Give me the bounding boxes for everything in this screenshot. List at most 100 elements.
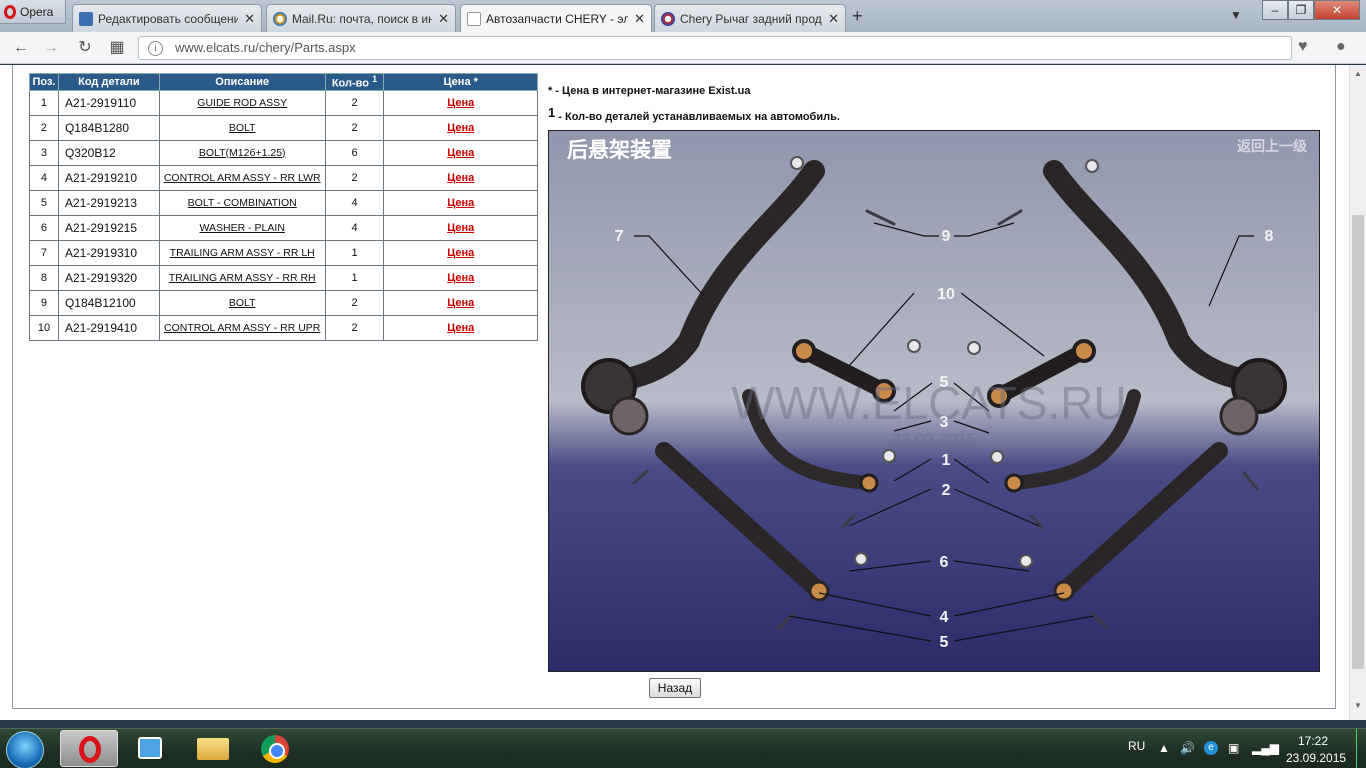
- table-row: 1 A21-2919110 GUIDE ROD ASSY 2 Цена: [29, 89, 538, 116]
- price-link[interactable]: Цена: [447, 172, 474, 184]
- taskbar-opera[interactable]: [60, 730, 118, 767]
- description-link[interactable]: BOLT: [229, 122, 256, 134]
- price-link[interactable]: Цена: [447, 222, 474, 234]
- cell-code: Q184B1280: [57, 114, 160, 141]
- cell-price: Цена: [383, 239, 538, 266]
- taskbar-chrome[interactable]: [246, 730, 304, 767]
- cell-code: Q320B12: [57, 139, 160, 166]
- tab-close-icon[interactable]: ✕: [634, 11, 645, 27]
- tab-mailru[interactable]: Mail.Ru: почта, поиск в ин ✕: [266, 4, 456, 32]
- tab-label: Автозапчасти CHERY - эл: [486, 11, 629, 26]
- speed-dial-grid-icon[interactable]: ▦: [106, 38, 128, 58]
- reload-icon[interactable]: ↻: [74, 38, 96, 58]
- opera-menu-button[interactable]: Opera: [0, 0, 66, 24]
- page-scrollbar[interactable]: ▲ ▼: [1349, 65, 1366, 720]
- language-indicator[interactable]: RU: [1128, 739, 1145, 753]
- tab-elcats-active[interactable]: Автозапчасти CHERY - эл ✕: [460, 4, 652, 32]
- description-link[interactable]: WASHER - PLAIN: [200, 222, 285, 234]
- description-link[interactable]: TRAILING ARM ASSY - RR RH: [169, 272, 316, 284]
- callout-5-lower: 5: [940, 634, 949, 651]
- price-link[interactable]: Цена: [447, 122, 474, 134]
- description-link[interactable]: BOLT - COMBINATION: [188, 197, 297, 209]
- window-maximize-button[interactable]: ❐: [1288, 0, 1314, 20]
- price-link[interactable]: Цена: [447, 322, 474, 334]
- tray-e-icon[interactable]: e: [1204, 741, 1218, 755]
- tray-expand-icon[interactable]: ▲: [1158, 741, 1170, 755]
- scroll-up-arrow-icon[interactable]: ▲: [1354, 69, 1362, 78]
- tab-edit-message[interactable]: Редактировать сообщение ✕: [72, 4, 262, 32]
- forward-arrow-icon[interactable]: →: [40, 38, 62, 58]
- show-desktop-button[interactable]: [1356, 729, 1366, 768]
- price-link[interactable]: Цена: [447, 297, 474, 309]
- description-link[interactable]: CONTROL ARM ASSY - RR UPR: [164, 322, 320, 334]
- cell-description: BOLT - COMBINATION: [158, 189, 326, 216]
- cell-description: BOLT: [158, 289, 326, 316]
- cell-qty: 1: [324, 239, 385, 266]
- diagram-back-link[interactable]: 返回上一级: [1237, 138, 1308, 155]
- new-tab-button[interactable]: +: [852, 6, 863, 27]
- description-link[interactable]: BOLT: [229, 297, 256, 309]
- cell-description: TRAILING ARM ASSY - RR RH: [158, 264, 326, 291]
- tab-label: Mail.Ru: почта, поиск в ин: [292, 11, 433, 26]
- description-link[interactable]: CONTROL ARM ASSY - RR LWR: [164, 172, 321, 184]
- callout-4: 4: [940, 609, 949, 626]
- callout-8: 8: [1265, 228, 1274, 245]
- callout-3: 3: [940, 414, 949, 431]
- taskbar-explorer[interactable]: [184, 730, 242, 767]
- price-link[interactable]: Цена: [447, 247, 474, 259]
- network-signal-icon[interactable]: ▂▄▆: [1252, 741, 1279, 755]
- cell-price: Цена: [383, 214, 538, 241]
- price-link[interactable]: Цена: [447, 97, 474, 109]
- price-link[interactable]: Цена: [447, 147, 474, 159]
- callout-7: 7: [615, 228, 624, 245]
- volume-icon[interactable]: 🔊: [1180, 741, 1195, 755]
- back-button[interactable]: Назад: [649, 678, 701, 698]
- back-arrow-icon[interactable]: ←: [10, 38, 32, 58]
- url-path: /chery/Parts.aspx: [255, 40, 356, 55]
- window-close-button[interactable]: ✕: [1314, 0, 1360, 20]
- heart-bookmark-icon[interactable]: ♥: [1298, 38, 1320, 58]
- note-star-text: - Цена в интернет-магазине Exist.ua: [552, 85, 751, 97]
- clock-date[interactable]: 23.09.2015: [1286, 751, 1346, 765]
- table-row: 8 A21-2919320 TRAILING ARM ASSY - RR RH 1 Це…: [29, 264, 538, 291]
- clock-time[interactable]: 17:22: [1298, 734, 1328, 748]
- cell-price: Цена: [383, 114, 538, 141]
- qty-header-label: Кол-во: [331, 77, 369, 90]
- site-info-icon[interactable]: i: [148, 41, 163, 56]
- tray-device-icon[interactable]: ▣: [1228, 741, 1239, 755]
- cell-description: BOLT(M12б+1.25): [158, 139, 326, 166]
- taskbar-media-player[interactable]: [122, 730, 180, 767]
- cell-qty: 2: [324, 114, 385, 141]
- tab-close-icon[interactable]: ✕: [828, 11, 839, 27]
- account-icon[interactable]: ●: [1336, 38, 1358, 58]
- scroll-down-arrow-icon[interactable]: ▼: [1354, 701, 1362, 710]
- cell-pos: 10: [29, 314, 59, 341]
- diagram-title: 后悬架装置: [567, 138, 672, 162]
- description-link[interactable]: TRAILING ARM ASSY - RR LH: [170, 247, 315, 259]
- price-link[interactable]: Цена: [447, 197, 474, 209]
- cell-pos: 2: [29, 114, 59, 141]
- description-link[interactable]: BOLT(M12б+1.25): [199, 147, 286, 159]
- suspension-diagram: 后悬架装置 返回上一级 WWW.ELCATS.RU 23.09.2015 7 9…: [548, 130, 1320, 672]
- windows-taskbar: RU ▲ 🔊 e ▣ ▂▄▆ 17:22 23.09.2015: [0, 728, 1366, 768]
- col-header-pos: Поз.: [29, 73, 59, 91]
- tab-close-icon[interactable]: ✕: [438, 11, 449, 27]
- description-link[interactable]: GUIDE ROD ASSY: [197, 97, 287, 109]
- price-link[interactable]: Цена: [447, 272, 474, 284]
- opera-icon: [79, 736, 101, 763]
- cell-price: Цена: [383, 189, 538, 216]
- tab-menu-icon[interactable]: ▼: [1230, 8, 1242, 22]
- cell-description: WASHER - PLAIN: [158, 214, 326, 241]
- col-header-code: Код детали: [57, 73, 160, 91]
- table-row: 9 Q184B12100 BOLT 2 Цена: [29, 289, 538, 316]
- diagram-date: 23.09.2015: [891, 430, 976, 449]
- cell-description: GUIDE ROD ASSY: [158, 89, 326, 116]
- address-field[interactable]: www.elcats.ru/chery/Parts.aspx: [138, 36, 1292, 60]
- scrollbar-thumb[interactable]: [1352, 215, 1364, 669]
- tab-chery-arm[interactable]: Chery Рычаг задний прод ✕: [654, 4, 846, 32]
- cell-pos: 6: [29, 214, 59, 241]
- window-minimize-button[interactable]: ‒: [1262, 0, 1288, 20]
- tab-close-icon[interactable]: ✕: [244, 11, 255, 27]
- cell-qty: 4: [324, 189, 385, 216]
- start-button[interactable]: [6, 731, 44, 768]
